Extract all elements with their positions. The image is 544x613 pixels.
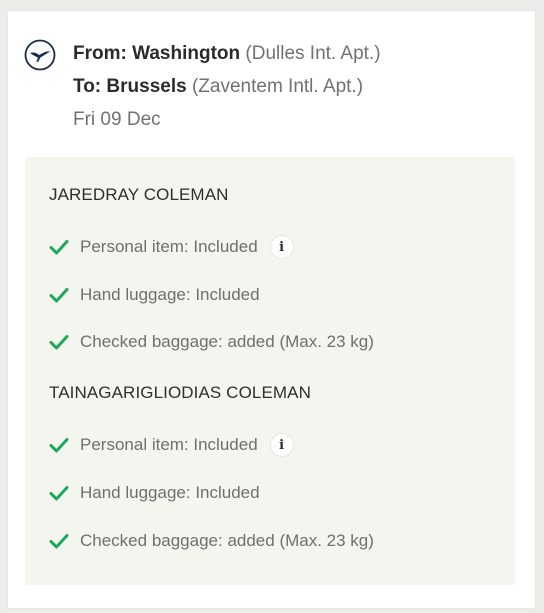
flight-date: Fri 09 Dec: [73, 109, 161, 130]
check-icon: [49, 438, 69, 453]
check-icon: [49, 534, 69, 549]
baggage-item-hand: Hand luggage: Included: [49, 283, 260, 307]
baggage-item-label: Checked baggage: added (Max. 23 kg): [80, 332, 374, 351]
check-icon: [49, 486, 69, 501]
from-city: From: Washington: [73, 43, 241, 64]
baggage-item-hand: Hand luggage: Included: [49, 481, 260, 505]
to-airport: (Zaventem Intl. Apt.): [191, 76, 364, 97]
check-icon: [49, 335, 69, 350]
baggage-item-personal: Personal item: Included i: [49, 235, 294, 259]
info-icon[interactable]: i: [269, 235, 294, 259]
route-from: From: Washington (Dulles Int. Apt.): [73, 37, 381, 70]
flight-route: From: Washington (Dulles Int. Apt.) To: …: [73, 37, 381, 136]
baggage-item-personal: Personal item: Included i: [49, 433, 294, 457]
passenger-name: JAREDRAY COLEMAN: [49, 185, 229, 204]
flight-baggage-card: From: Washington (Dulles Int. Apt.) To: …: [8, 11, 535, 608]
baggage-item-label: Personal item: Included: [80, 435, 258, 454]
baggage-item-label: Hand luggage: Included: [80, 483, 260, 502]
baggage-item-label: Checked baggage: added (Max. 23 kg): [80, 531, 374, 550]
baggage-item-checked: Checked baggage: added (Max. 23 kg): [49, 529, 374, 553]
baggage-item-checked: Checked baggage: added (Max. 23 kg): [49, 330, 374, 354]
info-icon[interactable]: i: [269, 433, 294, 457]
check-icon: [49, 240, 69, 255]
airline-logo-icon: [24, 39, 56, 71]
baggage-item-label: Personal item: Included: [80, 237, 258, 256]
passenger-name: TAINAGARIGLIODIAS COLEMAN: [49, 383, 311, 402]
baggage-panel: JAREDRAY COLEMAN Personal item: Included…: [25, 157, 515, 585]
to-city: To: Brussels: [73, 76, 187, 97]
check-icon: [49, 288, 69, 303]
route-to: To: Brussels (Zaventem Intl. Apt.): [73, 70, 381, 103]
baggage-item-label: Hand luggage: Included: [80, 285, 260, 304]
from-airport: (Dulles Int. Apt.): [245, 43, 381, 64]
